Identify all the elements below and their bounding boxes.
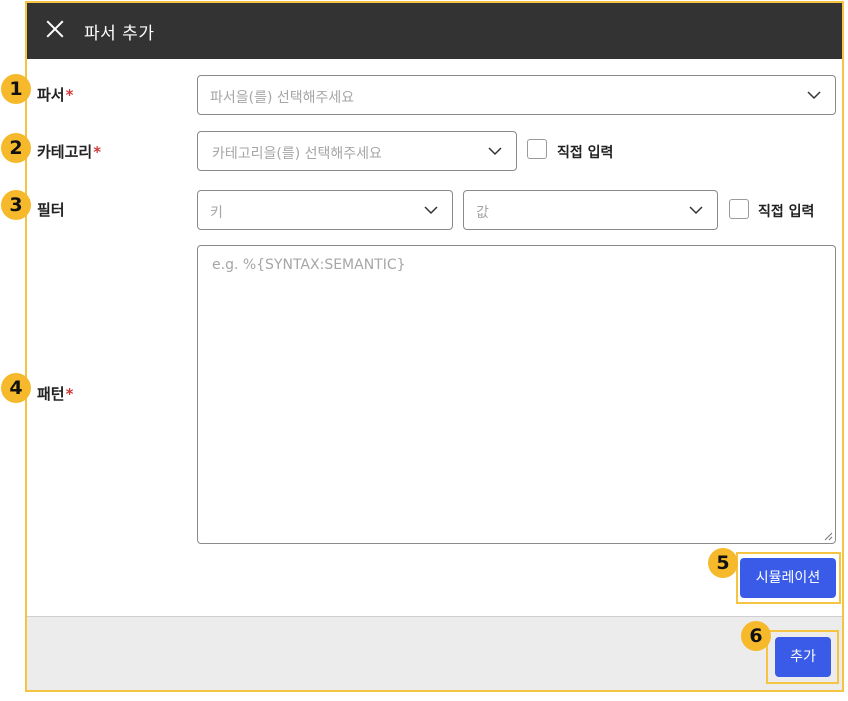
category-direct-input-checkbox[interactable] [527, 139, 547, 159]
annotation-badge-6: 6 [741, 621, 771, 651]
filter-direct-input-checkbox[interactable] [729, 199, 749, 219]
pattern-placeholder: e.g. %{SYNTAX:SEMANTIC} [212, 257, 406, 273]
pattern-label: 패턴* [37, 385, 74, 403]
parser-placeholder: 파서을(를) 선택해주세요 [210, 90, 355, 106]
annotation-badge-3: 3 [1, 190, 31, 220]
pattern-textarea[interactable]: e.g. %{SYNTAX:SEMANTIC} [197, 245, 836, 544]
filter-label: 필터 [37, 201, 65, 219]
annotation-badge-2: 2 [1, 133, 31, 163]
category-label: 카테고리* [37, 143, 102, 161]
resize-grip-icon[interactable] [824, 532, 833, 541]
annotation-badge-1: 1 [1, 74, 31, 104]
required-mark: * [93, 143, 102, 161]
add-button[interactable]: 추가 [775, 637, 831, 677]
filter-key-placeholder: 키 [210, 205, 223, 221]
annotation-badge-5: 5 [708, 548, 738, 578]
chevron-down-icon [689, 206, 703, 215]
parser-select[interactable]: 파서을(를) 선택해주세요 [197, 75, 836, 115]
dialog-footer [27, 616, 842, 690]
required-mark: * [65, 385, 74, 403]
add-parser-dialog: 파서 추가 파서* 파서을(를) 선택해주세요 카테고리* 카테고리을(를) 선… [25, 1, 844, 692]
chevron-down-icon [807, 91, 821, 100]
filter-value-select[interactable]: 값 [463, 190, 718, 230]
required-mark: * [65, 86, 74, 104]
dialog-header: 파서 추가 [27, 3, 842, 59]
filter-key-select[interactable]: 키 [197, 190, 453, 230]
chevron-down-icon [488, 147, 502, 156]
close-icon[interactable] [43, 17, 67, 41]
category-direct-input-label[interactable]: 직접 입력 [557, 142, 613, 162]
filter-value-placeholder: 값 [476, 205, 489, 221]
simulate-button[interactable]: 시뮬레이션 [740, 558, 836, 598]
chevron-down-icon [424, 206, 438, 215]
annotation-badge-4: 4 [1, 373, 31, 403]
category-placeholder: 카테고리을(를) 선택해주세요 [212, 146, 382, 162]
parser-label: 파서* [37, 86, 74, 104]
filter-direct-input-label[interactable]: 직접 입력 [758, 201, 814, 221]
dialog-title: 파서 추가 [84, 24, 155, 44]
category-select[interactable]: 카테고리을(를) 선택해주세요 [197, 131, 517, 171]
